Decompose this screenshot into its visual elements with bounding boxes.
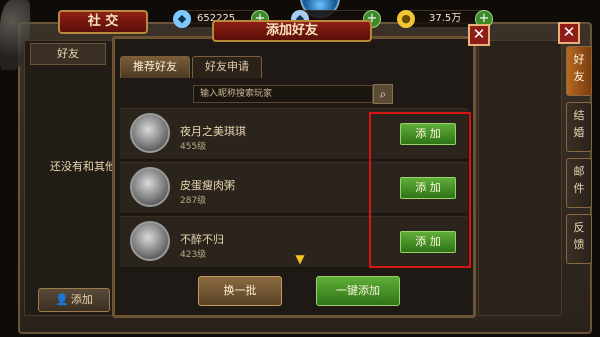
gold-coin-icon: ● (397, 10, 415, 28)
player-level: 287级 (180, 196, 207, 206)
avatar[interactable] (130, 221, 170, 261)
close-social-button[interactable]: ✕ (558, 22, 580, 44)
add-all-button[interactable]: 一键添加 (316, 276, 400, 306)
player-name: 皮蛋瘦肉粥 (180, 179, 235, 192)
social-title: 社 交 (58, 10, 148, 34)
side-tab-friends[interactable]: 好 友 (566, 46, 592, 96)
side-tab-feedback[interactable]: 反 馈 (566, 214, 592, 264)
search-button[interactable]: ⌕ (373, 84, 393, 104)
tab-recommended[interactable]: 推荐好友 (120, 56, 190, 78)
avatar[interactable] (130, 167, 170, 207)
refresh-button[interactable]: 换一批 (198, 276, 282, 306)
scroll-down-icon[interactable]: ▼ (293, 252, 307, 266)
right-panel (478, 40, 562, 316)
side-tab-mail[interactable]: 邮 件 (566, 158, 592, 208)
search-icon: ⌕ (379, 87, 387, 101)
diamond-icon: ◆ (173, 10, 191, 28)
search-input[interactable]: 输入昵称搜索玩家 (193, 85, 373, 103)
close-dialog-button[interactable]: ✕ (468, 24, 490, 46)
dialog-title: 添加好友 (212, 20, 372, 42)
add-friend-label: 添加 (70, 293, 93, 306)
player-name: 夜月之美琪琪 (180, 125, 246, 138)
player-level: 455级 (180, 142, 207, 152)
avatar[interactable] (130, 113, 170, 153)
friends-tab[interactable]: 好友 (30, 43, 106, 65)
add-user-icon: 👤 (55, 293, 69, 306)
add-friend-button[interactable]: 👤 添加 (38, 288, 110, 312)
empty-friends-text: 还没有和其他 (50, 160, 116, 173)
player-level: 423级 (180, 250, 207, 260)
highlight-box (369, 112, 471, 268)
friends-list-panel (24, 40, 120, 316)
side-tab-marriage[interactable]: 结 婚 (566, 102, 592, 152)
tab-requests[interactable]: 好友申请 (192, 56, 262, 78)
gold-value: 37.5万 (429, 13, 462, 24)
player-name: 不醉不归 (180, 233, 224, 246)
